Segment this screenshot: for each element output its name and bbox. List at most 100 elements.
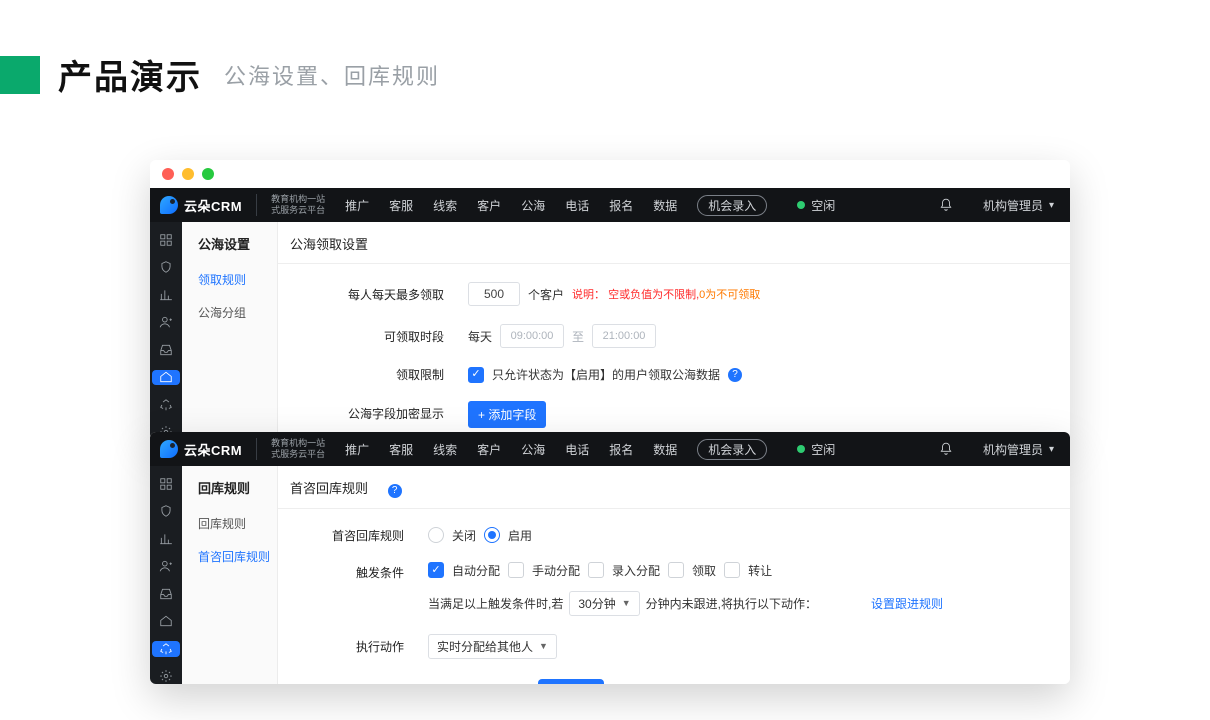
side-item-fenzu[interactable]: 公海分组 xyxy=(182,296,277,329)
radio-on-label: 启用 xyxy=(508,527,532,544)
help-icon[interactable]: ? xyxy=(728,368,742,382)
chevron-down-icon: ▼ xyxy=(539,641,548,651)
radio-on[interactable] xyxy=(484,527,500,543)
status-dot-icon xyxy=(797,201,805,209)
chevron-down-icon[interactable]: ▾ xyxy=(1049,444,1054,455)
max-input[interactable] xyxy=(468,282,520,306)
brand-name: 云朵CRM xyxy=(184,196,242,215)
help-icon[interactable]: ? xyxy=(388,484,402,498)
side-item-huiku[interactable]: 回库规则 xyxy=(182,507,277,540)
time-to-input[interactable] xyxy=(592,324,656,348)
action-dropdown[interactable]: 实时分配给其他人▼ xyxy=(428,634,557,659)
minutes-dropdown[interactable]: 30分钟▼ xyxy=(569,591,639,616)
limit-text: 只允许状态为【启用】的用户领取公海数据 xyxy=(492,366,720,383)
side-panel: 回库规则 回库规则 首咨回库规则 xyxy=(182,466,278,684)
nav-dianhua[interactable]: 电话 xyxy=(555,188,599,222)
page-title: 公海领取设置 xyxy=(278,222,1070,264)
status-text: 空闲 xyxy=(811,441,835,458)
nav-baoming[interactable]: 报名 xyxy=(599,432,643,466)
nav-shuju[interactable]: 数据 xyxy=(643,432,687,466)
row-rule: 首咨回库规则 关闭 启用 xyxy=(278,527,1070,544)
page-title: 首咨回库规则 ? xyxy=(278,466,1070,509)
window-minimize-icon[interactable] xyxy=(182,168,194,180)
rail-home-icon[interactable] xyxy=(152,614,180,630)
ck-manual[interactable] xyxy=(508,562,524,578)
brand[interactable]: 云朵CRM 教育机构一站式服务云平台 xyxy=(150,432,335,466)
brand-desc: 教育机构一站式服务云平台 xyxy=(271,438,325,460)
nav-xiansuo[interactable]: 线索 xyxy=(423,188,467,222)
user-name[interactable]: 机构管理员 xyxy=(983,441,1043,458)
nav-kefu[interactable]: 客服 xyxy=(379,432,423,466)
slide-subtitle: 公海设置、回库规则 xyxy=(224,59,440,91)
sentence-b: 分钟内未跟进,将执行以下动作： xyxy=(646,595,817,612)
rail-inbox-icon[interactable] xyxy=(152,586,180,602)
side-panel: 公海设置 领取规则 公海分组 xyxy=(182,222,278,440)
ck-claim[interactable] xyxy=(668,562,684,578)
status-text: 空闲 xyxy=(811,197,835,214)
limit-checkbox[interactable] xyxy=(468,367,484,383)
brand[interactable]: 云朵CRM 教育机构一站式服务云平台 xyxy=(150,188,335,222)
row-limit: 领取限制 只允许状态为【启用】的用户领取公海数据 ? xyxy=(278,366,1070,383)
rail-user-icon[interactable] xyxy=(152,315,180,331)
bell-icon[interactable] xyxy=(939,198,953,212)
slide-header: 产品演示 公海设置、回库规则 xyxy=(0,50,440,99)
rail-inbox-icon[interactable] xyxy=(152,342,180,358)
rail-user-icon[interactable] xyxy=(152,559,180,575)
ck-entry[interactable] xyxy=(588,562,604,578)
nav-tuiguang[interactable]: 推广 xyxy=(335,432,379,466)
ck-transfer[interactable] xyxy=(724,562,740,578)
icon-rail xyxy=(150,222,182,440)
nav-kefu[interactable]: 客服 xyxy=(379,188,423,222)
sentence-a: 当满足以上触发条件时,若 xyxy=(428,595,563,612)
nav-kehu[interactable]: 客户 xyxy=(467,432,511,466)
rail-shield-icon[interactable] xyxy=(152,504,180,520)
rail-home-icon[interactable] xyxy=(152,370,180,386)
window-zoom-icon[interactable] xyxy=(202,168,214,180)
nav-opportunity-button[interactable]: 机会录入 xyxy=(687,432,777,466)
side-head: 公海设置 xyxy=(182,222,277,263)
add-field-button[interactable]: 添加字段 xyxy=(468,401,546,428)
save-button[interactable]: 保存 xyxy=(538,679,604,685)
nav-kehu[interactable]: 客户 xyxy=(467,188,511,222)
chevron-down-icon[interactable]: ▾ xyxy=(1049,200,1054,211)
radio-off[interactable] xyxy=(428,527,444,543)
rail-dashboard-icon[interactable] xyxy=(152,232,180,248)
rail-chart-icon[interactable] xyxy=(152,287,180,303)
rail-settings-icon[interactable] xyxy=(152,669,180,685)
user-name[interactable]: 机构管理员 xyxy=(983,197,1043,214)
chevron-down-icon: ▼ xyxy=(622,598,631,608)
content: 公海领取设置 每人每天最多领取 个客户 说明： 空或负值为不限制,0为不可领取 … xyxy=(278,222,1070,440)
slide-title: 产品演示 xyxy=(58,50,202,99)
status-dot-icon xyxy=(797,445,805,453)
rail-recycle-icon[interactable] xyxy=(152,641,180,657)
row-trigger: 触发条件 自动分配 手动分配 录入分配 领取 转让 当满足以上触发条件时,若 3… xyxy=(278,562,1070,616)
window-close-icon[interactable] xyxy=(162,168,174,180)
nav-shuju[interactable]: 数据 xyxy=(643,188,687,222)
set-followup-link[interactable]: 设置跟进规则 xyxy=(871,595,943,612)
time-to-label: 至 xyxy=(572,328,584,345)
topbar: 云朵CRM 教育机构一站式服务云平台 推广 客服 线索 客户 公海 电话 报名 … xyxy=(150,432,1070,466)
time-from-input[interactable] xyxy=(500,324,564,348)
nav-opportunity-button[interactable]: 机会录入 xyxy=(687,188,777,222)
window-controls xyxy=(150,160,1070,188)
nav-baoming[interactable]: 报名 xyxy=(599,188,643,222)
accent-block xyxy=(0,56,40,94)
rail-recycle-icon[interactable] xyxy=(152,397,180,413)
rail-shield-icon[interactable] xyxy=(152,260,180,276)
icon-rail xyxy=(150,466,182,684)
nav-dianhua[interactable]: 电话 xyxy=(555,432,599,466)
rail-chart-icon[interactable] xyxy=(152,531,180,547)
rail-dashboard-icon[interactable] xyxy=(152,476,180,492)
ck-auto[interactable] xyxy=(428,562,444,578)
nav-xiansuo[interactable]: 线索 xyxy=(423,432,467,466)
bell-icon[interactable] xyxy=(939,442,953,456)
nav-gonghai[interactable]: 公海 xyxy=(511,188,555,222)
nav-tuiguang[interactable]: 推广 xyxy=(335,188,379,222)
brand-name: 云朵CRM xyxy=(184,440,242,459)
row-action: 执行动作 实时分配给其他人▼ xyxy=(278,634,1070,659)
max-unit: 个客户 xyxy=(528,286,564,303)
side-item-lingqu[interactable]: 领取规则 xyxy=(182,263,277,296)
row-max: 每人每天最多领取 个客户 说明： 空或负值为不限制,0为不可领取 xyxy=(278,282,1070,306)
nav-gonghai[interactable]: 公海 xyxy=(511,432,555,466)
side-item-shouzi[interactable]: 首咨回库规则 xyxy=(182,540,277,573)
